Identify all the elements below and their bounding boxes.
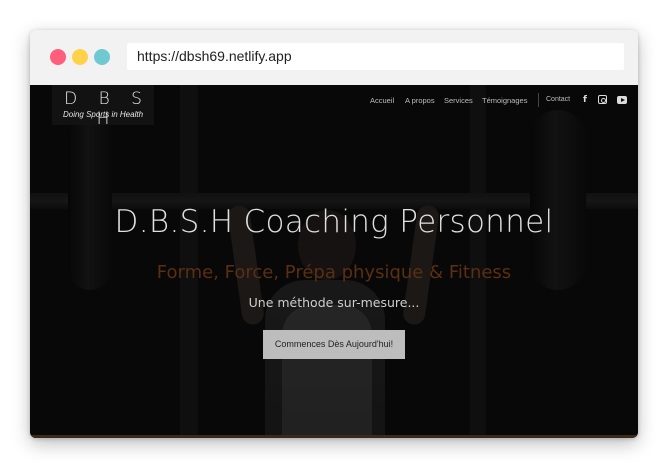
nav-item-temoignages[interactable]: Témoignages [482, 96, 527, 105]
youtube-icon[interactable] [617, 96, 627, 104]
facebook-icon[interactable]: f [579, 94, 591, 106]
address-bar[interactable]: https://dbsh69.netlify.app [127, 43, 624, 70]
maximize-window-button[interactable] [94, 49, 110, 65]
site-logo[interactable]: D B S H Doing Sports in Health [52, 85, 154, 129]
nav-item-accueil[interactable]: Accueil [370, 96, 394, 105]
minimize-window-button[interactable] [72, 49, 88, 65]
nav-divider [538, 93, 539, 107]
hero-title: D.B.S.H Coaching Personnel [114, 204, 554, 240]
browser-window: https://dbsh69.netlify.app D B S H Doing… [30, 30, 638, 438]
logo-subtitle: Doing Sports in Health [62, 110, 144, 119]
hero-subtitle: Forme, Force, Prépa physique & Fitness [156, 262, 512, 283]
nav-item-services[interactable]: Services [444, 96, 473, 105]
logo-text: D B S H [64, 89, 150, 129]
close-window-button[interactable] [50, 49, 66, 65]
browser-toolbar: https://dbsh69.netlify.app [30, 30, 638, 85]
nav-item-a-propos[interactable]: A propos [405, 96, 435, 105]
bottom-border [30, 435, 638, 438]
nav-item-contact[interactable]: Contact [546, 96, 570, 103]
hero-tagline: Une méthode sur-mesure... [248, 295, 420, 310]
page-viewport: D B S H Doing Sports in Health Accueil A… [30, 85, 638, 438]
cta-button[interactable]: Commences Dès Aujourd'hui! [263, 330, 405, 359]
instagram-icon[interactable] [598, 95, 607, 104]
